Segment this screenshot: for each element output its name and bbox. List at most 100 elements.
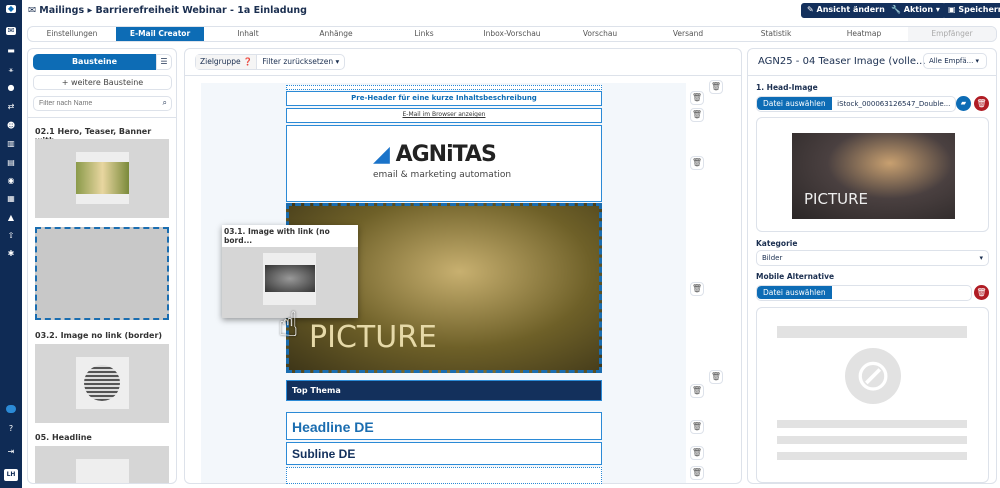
help-icon: ❓ <box>243 57 253 66</box>
list-icon[interactable]: ▤ <box>6 159 16 167</box>
action-button[interactable]: 🔧 Aktion ▾ <box>885 3 946 18</box>
bell-icon[interactable]: ▲ <box>6 214 16 222</box>
exchange-icon[interactable]: ⇄ <box>6 103 16 111</box>
trash-icon[interactable]: 🗑 <box>690 466 704 480</box>
tab-vorschau[interactable]: Vorschau <box>556 27 644 41</box>
mail-icon[interactable]: ✉ <box>6 27 16 35</box>
filter-reset-label: Filter zurücksetzen <box>262 57 334 66</box>
grid-icon[interactable]: ▦ <box>6 195 16 203</box>
bausteine-tab[interactable]: Bausteine <box>33 54 156 70</box>
drop-placeholder <box>35 227 169 320</box>
choose-file-button[interactable]: Datei auswählen <box>757 97 832 110</box>
portrait-image <box>84 365 120 401</box>
chart-icon[interactable]: ▥ <box>6 140 16 148</box>
gear-icon[interactable]: ✱ <box>6 250 16 258</box>
tab-statistik[interactable]: Statistik <box>732 27 820 41</box>
mobile-alternative-label: Mobile Alternative <box>756 272 835 281</box>
trash-icon[interactable]: 🗑 <box>709 370 723 384</box>
save-button[interactable]: ▣ Speichern <box>942 3 1000 18</box>
trash-icon[interactable]: 🗑 <box>690 108 704 122</box>
kategorie-select[interactable]: Bilder ▾ <box>756 250 989 266</box>
logo-icon[interactable]: ◆ <box>6 5 16 13</box>
user-avatar[interactable]: LH <box>4 469 18 481</box>
dragged-block-title: 03.1. Image with link (no bord... <box>222 225 358 247</box>
blocks-panel: Bausteine ☰ + weitere Bausteine ⌕ 02.1 H… <box>27 48 177 484</box>
filter-bar: Zielgruppe ❓ Filter zurücksetzen ▾ <box>195 54 346 70</box>
change-view-label: Ansicht ändern <box>816 5 885 14</box>
tab-inhalt[interactable]: Inhalt <box>204 27 292 41</box>
trash-icon[interactable]: 🗑 <box>974 285 989 300</box>
picture-label: PICTURE <box>804 190 868 208</box>
tab-email-creator[interactable]: E-Mail Creator <box>116 27 204 41</box>
logout-icon[interactable]: ⇥ <box>6 448 16 456</box>
folder-open-icon[interactable]: ▰ <box>956 96 971 111</box>
preheader-block[interactable]: Pre-Header für eine kurze Inhaltsbeschre… <box>286 91 602 106</box>
head-image-label: 1. Head-Image <box>756 83 818 92</box>
logo-subtitle: email & marketing automation <box>373 170 512 180</box>
main-sidebar: ◆ ✉ ▬ ⚹ ● ⇄ ☻ ▥ ▤ ◉ ▦ ▲ ⇧ ✱ ? ⇥ LH <box>0 0 22 488</box>
kategorie-value: Bilder <box>762 254 783 262</box>
more-blocks-button[interactable]: + weitere Bausteine <box>33 75 172 90</box>
trash-icon[interactable]: 🗑 <box>690 91 704 105</box>
properties-title: AGN25 - 04 Teaser Image (volle... <box>758 56 926 67</box>
no-image-icon: ⊘ <box>845 348 901 404</box>
kategorie-label: Kategorie <box>756 239 798 248</box>
chevron-down-icon: ▾ <box>979 254 983 262</box>
breadcrumb-root[interactable]: Mailings <box>39 5 84 16</box>
filter-input[interactable] <box>39 100 154 107</box>
trash-icon[interactable]: 🗑 <box>690 446 704 460</box>
trash-icon[interactable]: 🗑 <box>690 384 704 398</box>
users-icon[interactable]: ☻ <box>6 122 16 130</box>
hand-cursor-icon: ☝ <box>278 305 299 345</box>
circle-icon[interactable]: ◉ <box>6 177 16 185</box>
trash-icon[interactable]: 🗑 <box>709 80 723 94</box>
recipients-value: Alle Empfä... <box>929 57 974 65</box>
tab-heatmap[interactable]: Heatmap <box>820 27 908 41</box>
tab-versand[interactable]: Versand <box>644 27 732 41</box>
trash-icon[interactable]: 🗑 <box>974 96 989 111</box>
subline-block[interactable]: Subline DE <box>286 442 602 465</box>
filter-reset-dropdown[interactable]: Filter zurücksetzen ▾ <box>257 55 344 69</box>
tab-einstellungen[interactable]: Einstellungen <box>28 27 116 41</box>
tab-links[interactable]: Links <box>380 27 468 41</box>
top-thema-block[interactable]: Top Thema <box>286 380 602 401</box>
breadcrumb: ✉ Mailings ▸ Barrierefreiheit Webinar - … <box>28 5 307 16</box>
headline-block[interactable]: Headline DE <box>286 412 602 440</box>
tab-anhaenge[interactable]: Anhänge <box>292 27 380 41</box>
help-icon[interactable]: ? <box>6 425 16 433</box>
picture-label: PICTURE <box>309 320 437 355</box>
zielgruppe-button[interactable]: Zielgruppe ❓ <box>196 55 258 69</box>
choose-file-button[interactable]: Datei auswählen <box>757 286 832 299</box>
trash-icon[interactable]: 🗑 <box>690 420 704 434</box>
recipients-dropdown[interactable]: Alle Empfä... ▾ <box>923 53 987 69</box>
workflow-icon[interactable]: ⚹ <box>6 66 16 74</box>
tab-inbox-vorschau[interactable]: Inbox-Vorschau <box>468 27 556 41</box>
toggle-switch[interactable] <box>6 405 16 413</box>
trash-icon[interactable]: 🗑 <box>690 156 704 170</box>
properties-panel: AGN25 - 04 Teaser Image (volle... Alle E… <box>747 48 997 484</box>
block-thumbnail[interactable] <box>35 139 169 218</box>
user-icon[interactable]: ● <box>6 84 16 92</box>
change-view-button[interactable]: ✎ Ansicht ändern <box>801 3 891 18</box>
mobile-file-field: Datei auswählen <box>756 285 972 301</box>
agnitas-logo: ◢ AGNiTAS <box>373 142 497 167</box>
block-title: 05. Headline <box>35 433 92 442</box>
preview-image: PICTURE <box>792 133 955 219</box>
tab-empfaenger: Empfänger <box>908 27 996 41</box>
chevron-right-icon: ▸ <box>87 5 96 16</box>
search-icon[interactable]: ⌕ <box>163 98 167 108</box>
save-label: Speichern <box>958 5 1000 14</box>
upload-icon[interactable]: ⇧ <box>6 232 16 240</box>
trash-icon[interactable]: 🗑 <box>690 282 704 296</box>
filter-field: ⌕ <box>33 96 172 111</box>
folder-icon[interactable]: ▬ <box>6 47 16 55</box>
block-thumbnail[interactable] <box>35 446 169 483</box>
mobile-image-placeholder: ⊘ <box>756 307 989 483</box>
menu-icon[interactable]: ☰ <box>156 54 172 70</box>
browser-link-block[interactable]: E-Mail im Browser anzeigen <box>286 108 602 123</box>
zielgruppe-label: Zielgruppe <box>200 57 241 66</box>
logo-block[interactable]: ◢ AGNiTAS email & marketing automation <box>286 125 602 202</box>
block-thumbnail[interactable] <box>35 344 169 423</box>
logo-text: AGNiTAS <box>395 142 497 167</box>
mail-icon: ✉ <box>28 5 40 16</box>
